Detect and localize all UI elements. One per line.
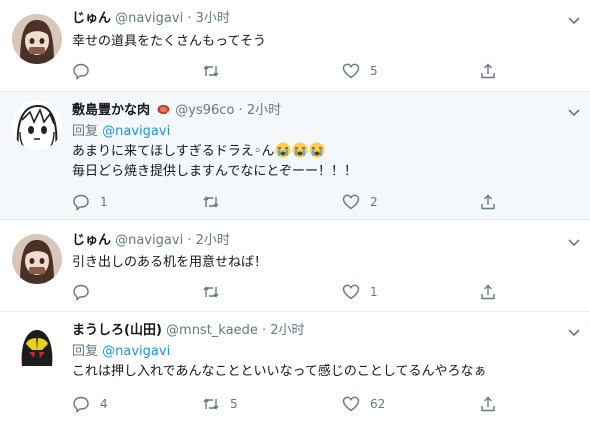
reply-context: 回复 @navigavi — [72, 124, 170, 140]
retweet-icon — [203, 398, 219, 410]
crying-face-emoji-icon — [275, 142, 291, 158]
share-button[interactable] — [479, 394, 497, 414]
reply-mention-link[interactable]: @navigavi — [102, 124, 170, 139]
share-icon — [481, 194, 495, 210]
heart-icon — [342, 396, 360, 412]
tweet[interactable]: まうしろ(山田) @mnst_kaede · 2小时 回复 @navigavi … — [0, 312, 590, 428]
like-button[interactable]: 5 — [342, 61, 378, 81]
crying-face-emoji-icon — [309, 142, 325, 158]
avatar[interactable] — [12, 234, 62, 284]
heart-icon — [342, 194, 360, 210]
reply-icon — [73, 396, 89, 413]
timestamp[interactable]: 2小时 — [196, 233, 230, 248]
share-button[interactable] — [479, 282, 497, 302]
heart-icon — [342, 284, 360, 300]
tweet-text-line: 引き出しのある机を用意せねば！ — [72, 255, 268, 270]
display-name[interactable]: まうしろ(山田) — [72, 323, 162, 338]
like-count: 62 — [370, 397, 386, 411]
like-count: 1 — [370, 285, 378, 299]
user-handle[interactable]: @navigavi — [115, 11, 183, 26]
meat-emoji-icon — [157, 104, 171, 115]
chevron-down-icon[interactable] — [566, 235, 582, 251]
retweet-button[interactable]: 5 — [202, 394, 238, 414]
reply-mention-link[interactable]: @navigavi — [102, 344, 170, 359]
display-name[interactable]: じゅん — [72, 11, 111, 26]
user-handle[interactable]: @navigavi — [115, 233, 183, 248]
retweet-count: 5 — [230, 397, 238, 411]
crying-face-emoji-icon — [292, 142, 308, 158]
reply-icon — [73, 194, 89, 211]
reply-count: 1 — [100, 195, 108, 209]
heart-icon — [342, 63, 360, 79]
share-icon — [481, 396, 495, 412]
avatar[interactable] — [12, 100, 62, 150]
like-count: 5 — [370, 64, 378, 78]
tweet[interactable]: 敷島豐かな肉 @ys96co · 2小时 回复 @navigavi あまりに来て… — [0, 92, 590, 220]
tweet-text-line: これは押し入れであんなことといいなって感じのことしてるんやろなぁ — [72, 364, 487, 379]
retweet-button[interactable] — [202, 282, 230, 302]
retweet-button[interactable] — [202, 61, 230, 81]
share-button[interactable] — [479, 61, 497, 81]
retweet-icon — [203, 65, 219, 77]
tweet-text-segment: あまりに来てほしすぎるドラえ◦ん — [72, 144, 275, 159]
avatar[interactable] — [12, 14, 62, 64]
chevron-down-icon[interactable] — [566, 13, 582, 29]
reply-button[interactable]: 4 — [72, 394, 108, 414]
reply-count: 4 — [100, 397, 108, 411]
reply-prefix: 回复 — [72, 124, 99, 139]
tweet-text-line: あまりに来てほしすぎるドラえ◦ん — [72, 142, 357, 162]
tweet[interactable]: じゅん @navigavi · 3小时 幸せの道具をたくさんもってそう 5 — [0, 0, 590, 92]
tweet[interactable]: じゅん @navigavi · 2小时 引き出しのある机を用意せねば！ 1 — [0, 220, 590, 312]
like-button[interactable]: 62 — [342, 394, 385, 414]
reply-button[interactable]: 1 — [72, 192, 108, 212]
timestamp[interactable]: 3小时 — [196, 11, 230, 26]
share-button[interactable] — [479, 192, 497, 212]
like-button[interactable]: 1 — [342, 282, 378, 302]
retweet-icon — [203, 286, 219, 298]
separator-dot: · — [238, 103, 243, 118]
user-handle[interactable]: @ys96co — [175, 103, 234, 118]
tweet-text-line: 幸せの道具をたくさんもってそう — [72, 34, 266, 49]
retweet-button[interactable] — [202, 192, 230, 212]
chevron-down-icon[interactable] — [566, 325, 582, 341]
like-button[interactable]: 2 — [342, 192, 378, 212]
separator-dot: · — [261, 323, 267, 338]
separator-dot: · — [187, 11, 192, 26]
like-count: 2 — [370, 195, 378, 209]
share-icon — [481, 63, 495, 79]
timestamp[interactable]: 2小时 — [247, 103, 281, 118]
reply-prefix: 回复 — [72, 344, 99, 359]
avatar[interactable] — [12, 322, 62, 372]
user-handle[interactable]: @mnst_kaede — [166, 323, 258, 338]
reply-button[interactable] — [72, 282, 100, 302]
display-name[interactable]: じゅん — [72, 233, 111, 248]
retweet-icon — [203, 196, 219, 208]
timestamp[interactable]: 2小时 — [270, 323, 304, 338]
display-name[interactable]: 敷島豐かな肉 — [72, 103, 150, 118]
reply-context: 回复 @navigavi — [72, 344, 170, 360]
share-icon — [481, 284, 495, 300]
reply-icon — [73, 284, 89, 301]
chevron-down-icon[interactable] — [566, 105, 582, 121]
reply-icon — [73, 63, 89, 80]
separator-dot: · — [187, 233, 192, 248]
reply-button[interactable] — [72, 61, 100, 81]
tweet-text-line: 毎日どら焼き提供しますんでなにとぞーー！！！ — [72, 164, 357, 179]
